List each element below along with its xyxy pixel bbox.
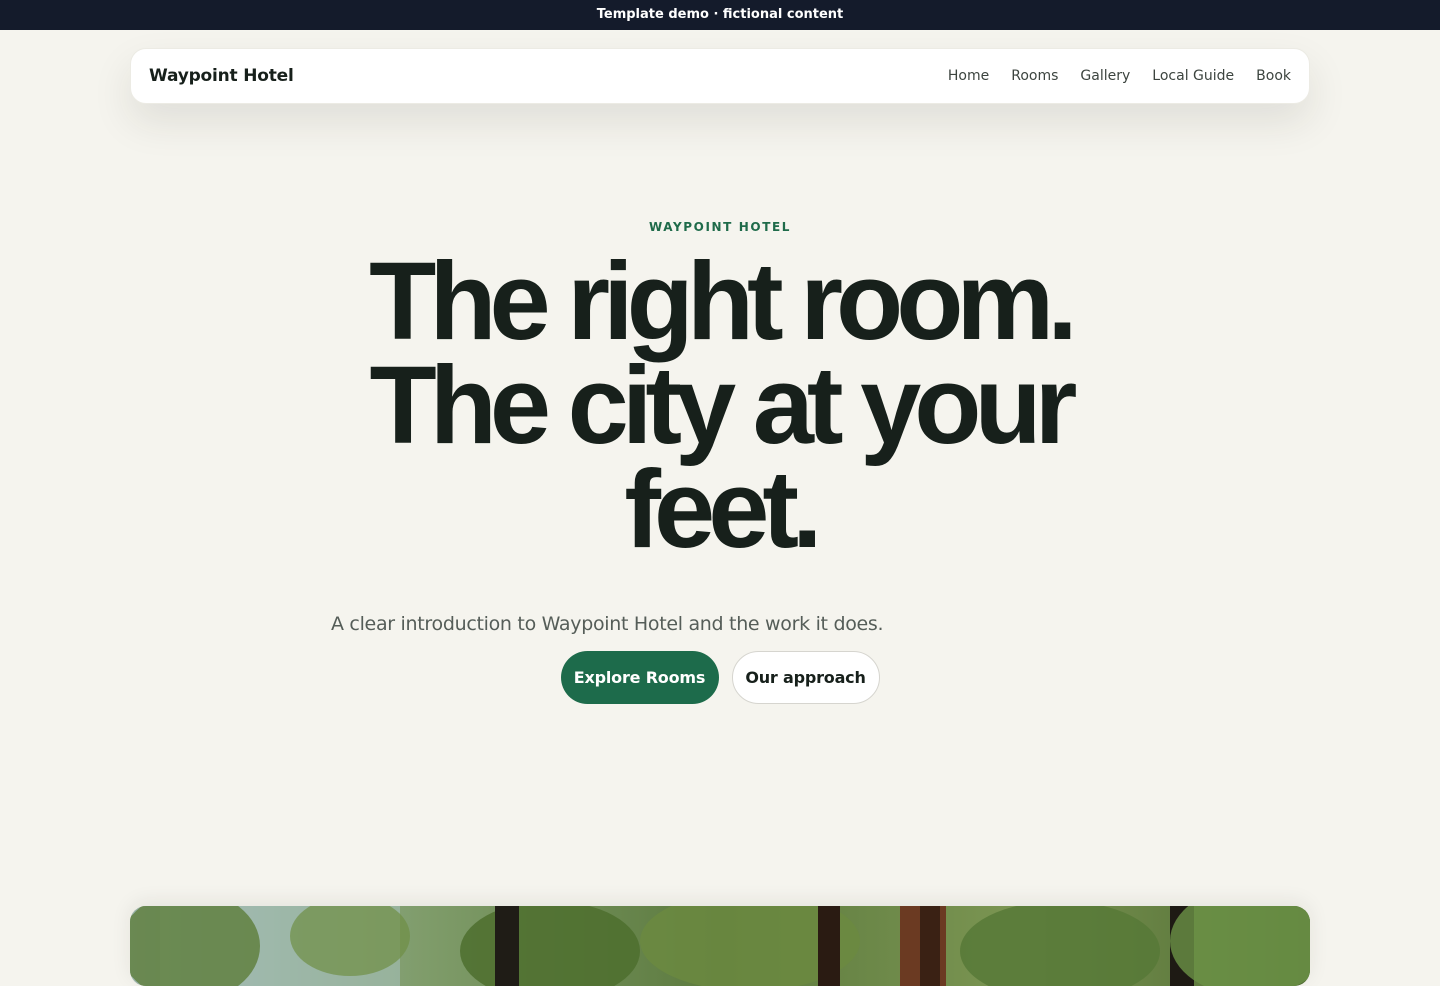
- hero-headline-line-3: feet.: [624, 448, 822, 571]
- explore-rooms-button[interactable]: Explore Rooms: [560, 651, 719, 704]
- brand-logo[interactable]: Waypoint Hotel: [149, 66, 294, 86]
- hero-headline: The right room. The city at your feet.: [300, 240, 1140, 571]
- hero-headline-line-2: The city at your: [369, 344, 1078, 467]
- nav-links: Home Rooms Gallery Local Guide Book: [948, 68, 1291, 84]
- hero-image: [130, 906, 1310, 986]
- our-approach-button[interactable]: Our approach: [731, 651, 880, 704]
- nav-link-gallery[interactable]: Gallery: [1080, 68, 1130, 84]
- nav-link-rooms[interactable]: Rooms: [1011, 68, 1058, 84]
- demo-banner-text: Template demo · fictional content: [596, 7, 844, 22]
- demo-banner: Template demo · fictional content: [0, 0, 1440, 30]
- top-navbar: Waypoint Hotel Home Rooms Gallery Local …: [130, 48, 1310, 104]
- nav-link-local-guide[interactable]: Local Guide: [1152, 68, 1234, 84]
- hero-subtitle: A clear introduction to Waypoint Hotel a…: [331, 613, 884, 635]
- nav-link-book[interactable]: Book: [1256, 68, 1291, 84]
- hero-cta-row: Explore Rooms Our approach: [0, 651, 1440, 704]
- hero-image-foliage: [130, 906, 1310, 986]
- nav-link-home[interactable]: Home: [948, 68, 989, 84]
- hero-headline-line-1: The right room.: [369, 240, 1078, 363]
- hero-eyebrow: WAYPOINT HOTEL: [648, 220, 792, 234]
